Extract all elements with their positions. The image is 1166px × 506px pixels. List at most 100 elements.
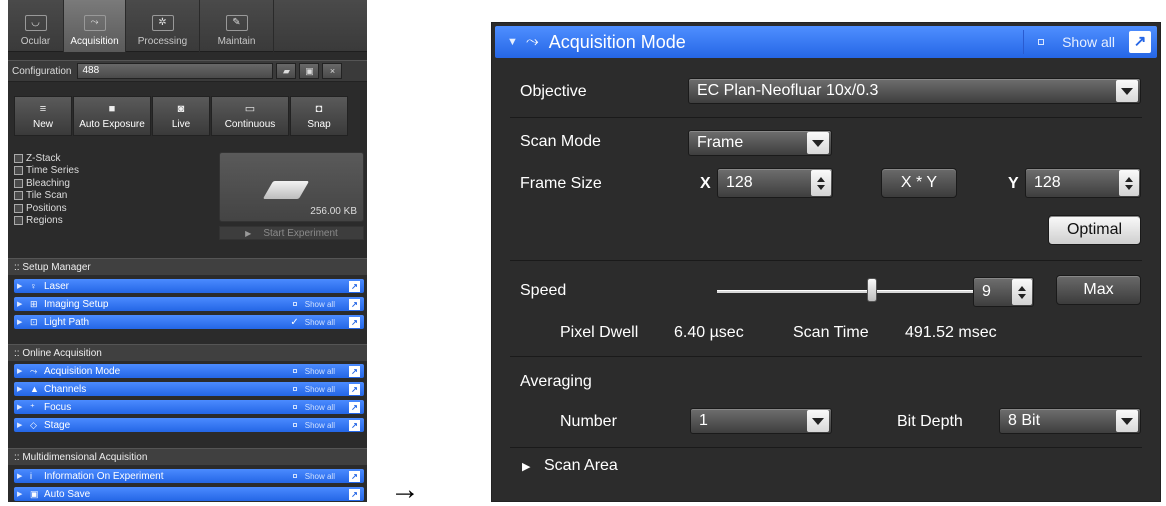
max-speed-button[interactable]: Max (1056, 275, 1141, 305)
objective-value: EC Plan-Neofluar 10x/0.3 (697, 82, 879, 99)
show-all-checkbox-icon (292, 405, 297, 409)
experiment-options: Z-Stack Time Series Bleaching Tile Scan … (14, 152, 214, 227)
popout-icon[interactable]: ↗ (349, 298, 360, 310)
popout-icon[interactable]: ↗ (349, 470, 360, 482)
popout-icon[interactable]: ↗ (1129, 31, 1151, 53)
tool-stage[interactable]: ▶ ◇ Stage Show all ↗ (14, 418, 364, 432)
multidimensional-header: :: Multidimensional Acquisition (8, 448, 367, 465)
scan-mode-dropdown[interactable]: Frame (688, 130, 832, 156)
scan-time-label: Scan Time (793, 324, 869, 341)
z-stack-checkbox[interactable]: Z-Stack (14, 152, 214, 165)
configuration-row: Configuration 488 ▰ ▣ × (8, 60, 367, 82)
auto-save-icon: ▣ (30, 488, 39, 499)
continuous-button[interactable]: ▭ Continuous (211, 96, 289, 136)
show-all-toggle[interactable]: Show all (292, 421, 335, 430)
tool-acquisition-mode[interactable]: ▶ ⤳ Acquisition Mode Show all ↗ (14, 364, 364, 378)
speed-slider-handle[interactable] (867, 278, 878, 302)
show-all-toggle[interactable]: Show all (292, 300, 335, 309)
popout-icon[interactable]: ↗ (349, 383, 360, 395)
time-series-checkbox[interactable]: Time Series (14, 165, 214, 178)
popout-icon[interactable]: ↗ (349, 365, 360, 377)
frame-size-x-input[interactable]: 128 (717, 168, 833, 198)
snap-icon: ◘ (315, 102, 323, 115)
objective-dropdown[interactable]: EC Plan-Neofluar 10x/0.3 (688, 78, 1141, 104)
show-all-toggle[interactable]: Show all (292, 471, 335, 481)
tile-scan-checkbox[interactable]: Tile Scan (14, 190, 214, 203)
save-icon: ▣ (305, 66, 314, 76)
popout-icon[interactable]: ↗ (349, 280, 360, 292)
collapse-icon[interactable]: ▼ (507, 36, 518, 48)
delete-config-button[interactable]: × (322, 63, 343, 79)
expand-icon: ▶ (17, 301, 23, 308)
play-icon: ▶ (245, 228, 252, 238)
expand-icon: ▶ (17, 422, 23, 429)
spinner-icon[interactable] (1119, 170, 1139, 196)
tool-channels[interactable]: ▶ ▲ Channels Show all ↗ (14, 382, 364, 396)
live-icon: ◙ (177, 102, 185, 115)
frame-size-y-input[interactable]: 128 (1025, 168, 1141, 198)
button-label: Continuous (224, 118, 276, 130)
configuration-field[interactable]: 488 (77, 63, 274, 79)
experiment-preview: 256.00 KB (219, 152, 364, 222)
close-icon: × (329, 66, 336, 76)
main-tabs: ◡ Ocular ⤳ Acquisition ✲ Processing ✎ Ma… (8, 0, 367, 52)
snap-button[interactable]: ◘ Snap (290, 96, 348, 136)
folder-icon: ▰ (283, 66, 290, 76)
optimal-button[interactable]: Optimal (1048, 215, 1141, 245)
bleaching-checkbox[interactable]: Bleaching (14, 177, 214, 190)
tool-focus[interactable]: ▶ ⁺ Focus Show all ↗ (14, 400, 364, 414)
show-all-toggle[interactable]: ✓ Show all (290, 317, 335, 328)
expand-icon[interactable]: ▶ (522, 460, 530, 473)
online-acquisition-header: :: Online Acquisition (8, 344, 367, 361)
acquisition-icon: ⤳ (83, 15, 106, 31)
speed-input[interactable]: 9 (973, 277, 1034, 307)
popout-icon[interactable]: ↗ (349, 419, 360, 431)
expand-icon: ▶ (17, 404, 23, 411)
bit-depth-dropdown[interactable]: 8 Bit (999, 408, 1141, 434)
regions-checkbox[interactable]: Regions (14, 215, 214, 228)
positions-checkbox[interactable]: Positions (14, 202, 214, 215)
show-all-toggle[interactable]: Show all (292, 367, 335, 376)
show-all-checkbox[interactable] (1038, 39, 1045, 45)
acquisition-mode-header[interactable]: ▼ ⤳ Acquisition Mode Show all ↗ (495, 26, 1157, 58)
popout-icon[interactable]: ↗ (349, 488, 360, 500)
swap-xy-button[interactable]: X * Y (881, 168, 957, 198)
popout-icon[interactable]: ↗ (349, 316, 360, 328)
configuration-label: Configuration (12, 65, 72, 77)
tool-information-on-experiment[interactable]: ▶ i Information On Experiment Show all ↗ (14, 469, 364, 483)
button-label: Live (171, 118, 191, 130)
show-all-label: Show all (304, 471, 335, 481)
live-button[interactable]: ◙ Live (152, 96, 210, 136)
start-experiment-button[interactable]: ▶ Start Experiment (219, 226, 364, 240)
popout-icon[interactable]: ↗ (349, 401, 360, 413)
button-label: New (32, 118, 53, 130)
save-config-button[interactable]: ▣ (299, 63, 320, 79)
show-all-toggle[interactable]: Show all (292, 403, 335, 412)
acquisition-toolbar: ≡ New ■ Auto Exposure ◙ Live ▭ Continuou… (14, 96, 364, 136)
y-label: Y (1008, 175, 1019, 192)
show-all-toggle[interactable]: Show all (292, 385, 335, 394)
tool-laser[interactable]: ▶ ♀ Laser ↗ (14, 279, 364, 293)
show-all-checkbox-icon (292, 369, 297, 373)
x-label: X (700, 175, 711, 192)
expand-icon: ▶ (17, 368, 23, 375)
load-config-button[interactable]: ▰ (276, 63, 297, 79)
new-button[interactable]: ≡ New (14, 96, 72, 136)
show-all-label: Show all (1062, 34, 1115, 50)
tool-label: Channels (44, 383, 87, 395)
acquisition-mode-icon: ⤳ (30, 365, 38, 376)
continuous-icon: ▭ (244, 102, 256, 115)
tab-ocular[interactable]: ◡ Ocular (8, 0, 64, 52)
spinner-icon[interactable] (811, 170, 831, 196)
tab-maintain[interactable]: ✎ Maintain (200, 0, 274, 52)
auto-exposure-button[interactable]: ■ Auto Exposure (73, 96, 151, 136)
tool-imaging-setup[interactable]: ▶ ⊞ Imaging Setup Show all ↗ (14, 297, 364, 311)
tool-auto-save[interactable]: ▶ ▣ Auto Save ↗ (14, 487, 364, 501)
tab-acquisition[interactable]: ⤳ Acquisition (64, 0, 126, 52)
spinner-icon[interactable] (1012, 279, 1032, 305)
speed-slider[interactable] (717, 290, 976, 293)
scan-area-label[interactable]: Scan Area (544, 457, 618, 475)
averaging-number-dropdown[interactable]: 1 (690, 408, 832, 434)
tab-processing[interactable]: ✲ Processing (126, 0, 200, 52)
tool-light-path[interactable]: ▶ ⊡ Light Path ✓ Show all ↗ (14, 315, 364, 329)
